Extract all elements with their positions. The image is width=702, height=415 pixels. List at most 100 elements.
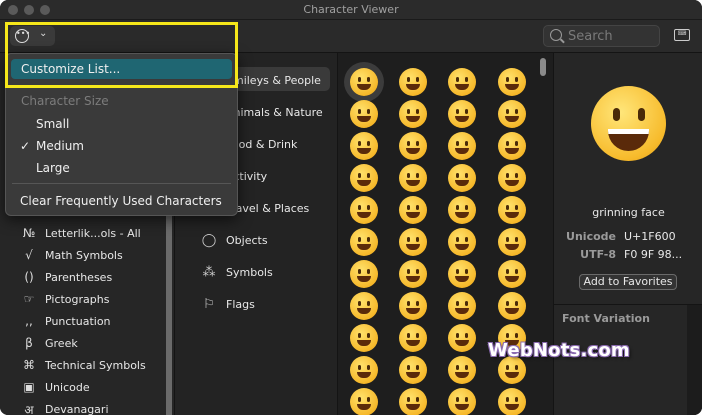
unicode-label: Unicode bbox=[566, 230, 616, 243]
emoji-cell-icon[interactable] bbox=[498, 228, 526, 256]
sidebar-item-punctuation[interactable]: ,, Punctuation bbox=[20, 311, 111, 331]
letterlike-icon: № bbox=[22, 226, 36, 240]
menu-item-label: Medium bbox=[36, 139, 84, 153]
symbols-icon: ⁂ bbox=[202, 264, 216, 280]
emoji-cell-icon[interactable] bbox=[448, 100, 476, 128]
font-variation-scroll-area[interactable] bbox=[687, 305, 702, 415]
sidebar-item-label: Technical Symbols bbox=[45, 358, 146, 372]
command-key-icon: ⌘ bbox=[23, 358, 35, 372]
emoji-cell-icon[interactable] bbox=[350, 100, 378, 128]
emoji-cell-icon[interactable] bbox=[399, 196, 427, 224]
sidebar-item-label: Pictographs bbox=[45, 292, 110, 306]
category-label: Symbols bbox=[226, 265, 273, 279]
emoji-cell-icon[interactable] bbox=[448, 356, 476, 384]
search-placeholder: Search bbox=[568, 29, 613, 44]
category-label: Smileys & People bbox=[226, 73, 321, 87]
emoji-cell-icon[interactable] bbox=[350, 68, 378, 96]
sidebar-item-label: Punctuation bbox=[45, 314, 111, 328]
sidebar-item-letterlike[interactable]: № Letterlik...ols - All bbox=[20, 223, 141, 243]
watermark-logo: WebNots.com bbox=[488, 340, 630, 361]
grinning-face-preview-icon bbox=[591, 86, 666, 161]
emoji-cell-icon[interactable] bbox=[448, 132, 476, 160]
emoji-cell-icon[interactable] bbox=[498, 68, 526, 96]
sidebar-item-devanagari[interactable]: अ Devanagari bbox=[20, 399, 108, 415]
emoji-cell-icon[interactable] bbox=[448, 292, 476, 320]
menu-item-small[interactable]: Small bbox=[6, 114, 237, 134]
flag-icon: ⚐ bbox=[203, 296, 215, 312]
emoji-cell-icon[interactable] bbox=[498, 196, 526, 224]
emoji-cell-icon[interactable] bbox=[399, 356, 427, 384]
category-label: Flags bbox=[226, 297, 255, 311]
category-label: Travel & Places bbox=[226, 201, 310, 215]
sidebar-item-label: Unicode bbox=[45, 380, 90, 394]
emoji-cell-icon[interactable] bbox=[350, 132, 378, 160]
sidebar-item-math-symbols[interactable]: √ Math Symbols bbox=[20, 245, 123, 265]
category-flags[interactable]: ⚐ Flags bbox=[200, 294, 255, 314]
emoji-cell-icon[interactable] bbox=[399, 228, 427, 256]
emoji-cell-icon[interactable] bbox=[350, 164, 378, 192]
emoji-cell-icon[interactable] bbox=[399, 324, 427, 352]
emoji-cell-icon[interactable] bbox=[448, 388, 476, 415]
category-label: Objects bbox=[226, 233, 268, 247]
emoji-cell-icon[interactable] bbox=[448, 228, 476, 256]
emoji-cell-icon[interactable] bbox=[399, 132, 427, 160]
character-viewer-window: Character Viewer ••• ⌄ Search ⌨ № Letterl… bbox=[0, 0, 702, 415]
emoji-cell-icon[interactable] bbox=[399, 68, 427, 96]
emoji-cell-icon[interactable] bbox=[448, 260, 476, 288]
annotation-highlight-box bbox=[5, 22, 238, 88]
emoji-cell-icon[interactable] bbox=[350, 260, 378, 288]
emoji-cell-icon[interactable] bbox=[350, 324, 378, 352]
utf8-label: UTF-8 bbox=[580, 248, 616, 261]
emoji-cell-icon[interactable] bbox=[350, 196, 378, 224]
greek-beta-icon: β bbox=[25, 336, 33, 350]
add-to-favorites-button[interactable]: Add to Favorites bbox=[579, 274, 677, 290]
search-icon bbox=[550, 29, 562, 41]
title-bar: Character Viewer bbox=[0, 0, 702, 20]
menu-section-character-size: Character Size bbox=[21, 94, 109, 108]
menu-item-large[interactable]: Large bbox=[6, 158, 237, 178]
emoji-cell-icon[interactable] bbox=[399, 164, 427, 192]
sidebar-item-label: Greek bbox=[45, 336, 78, 350]
category-objects[interactable]: ◯ Objects bbox=[200, 230, 268, 250]
unicode-value: U+1F600 bbox=[624, 230, 676, 243]
emoji-cell-icon[interactable] bbox=[448, 324, 476, 352]
emoji-cell-icon[interactable] bbox=[350, 228, 378, 256]
emoji-cell-icon[interactable] bbox=[498, 292, 526, 320]
lightbulb-icon: ◯ bbox=[201, 232, 217, 248]
search-field[interactable]: Search bbox=[543, 25, 660, 47]
menu-item-medium[interactable]: ✓ Medium bbox=[6, 136, 237, 156]
sidebar-item-unicode[interactable]: ▣ Unicode bbox=[20, 377, 90, 397]
category-label: Animals & Nature bbox=[226, 105, 323, 119]
emoji-cell-icon[interactable] bbox=[399, 388, 427, 415]
sidebar-item-greek[interactable]: β Greek bbox=[20, 333, 78, 353]
emoji-cell-icon[interactable] bbox=[350, 292, 378, 320]
font-variation-heading: Font Variation bbox=[562, 312, 650, 325]
emoji-cell-icon[interactable] bbox=[498, 388, 526, 415]
sidebar-item-label: Letterlik...ols - All bbox=[45, 226, 141, 240]
sidebar-item-pictographs[interactable]: ☞ Pictographs bbox=[20, 289, 110, 309]
emoji-cell-icon[interactable] bbox=[498, 260, 526, 288]
emoji-cell-icon[interactable] bbox=[350, 388, 378, 415]
devanagari-icon: अ bbox=[24, 402, 34, 415]
menu-item-clear-frequently-used[interactable]: Clear Frequently Used Characters bbox=[6, 191, 237, 211]
sidebar-item-parentheses[interactable]: () Parentheses bbox=[20, 267, 112, 287]
emoji-cell-icon[interactable] bbox=[399, 292, 427, 320]
emoji-cell-icon[interactable] bbox=[350, 356, 378, 384]
divider bbox=[554, 304, 702, 305]
sidebar-item-technical-symbols[interactable]: ⌘ Technical Symbols bbox=[20, 355, 146, 375]
sidebar-item-label: Parentheses bbox=[45, 270, 113, 284]
emoji-cell-icon[interactable] bbox=[448, 68, 476, 96]
emoji-cell-icon[interactable] bbox=[498, 164, 526, 192]
emoji-cell-icon[interactable] bbox=[448, 164, 476, 192]
emoji-cell-icon[interactable] bbox=[498, 100, 526, 128]
keyboard-viewer-icon[interactable]: ⌨ bbox=[674, 29, 690, 41]
category-symbols[interactable]: ⁂ Symbols bbox=[200, 262, 273, 282]
emoji-cell-icon[interactable] bbox=[448, 196, 476, 224]
sidebar-scrollbar[interactable] bbox=[166, 213, 172, 415]
emoji-cell-icon[interactable] bbox=[498, 132, 526, 160]
grid-scrollbar[interactable] bbox=[540, 58, 546, 76]
unicode-box-icon: ▣ bbox=[23, 380, 35, 394]
menu-separator bbox=[12, 183, 231, 184]
emoji-cell-icon[interactable] bbox=[399, 100, 427, 128]
emoji-cell-icon[interactable] bbox=[399, 260, 427, 288]
